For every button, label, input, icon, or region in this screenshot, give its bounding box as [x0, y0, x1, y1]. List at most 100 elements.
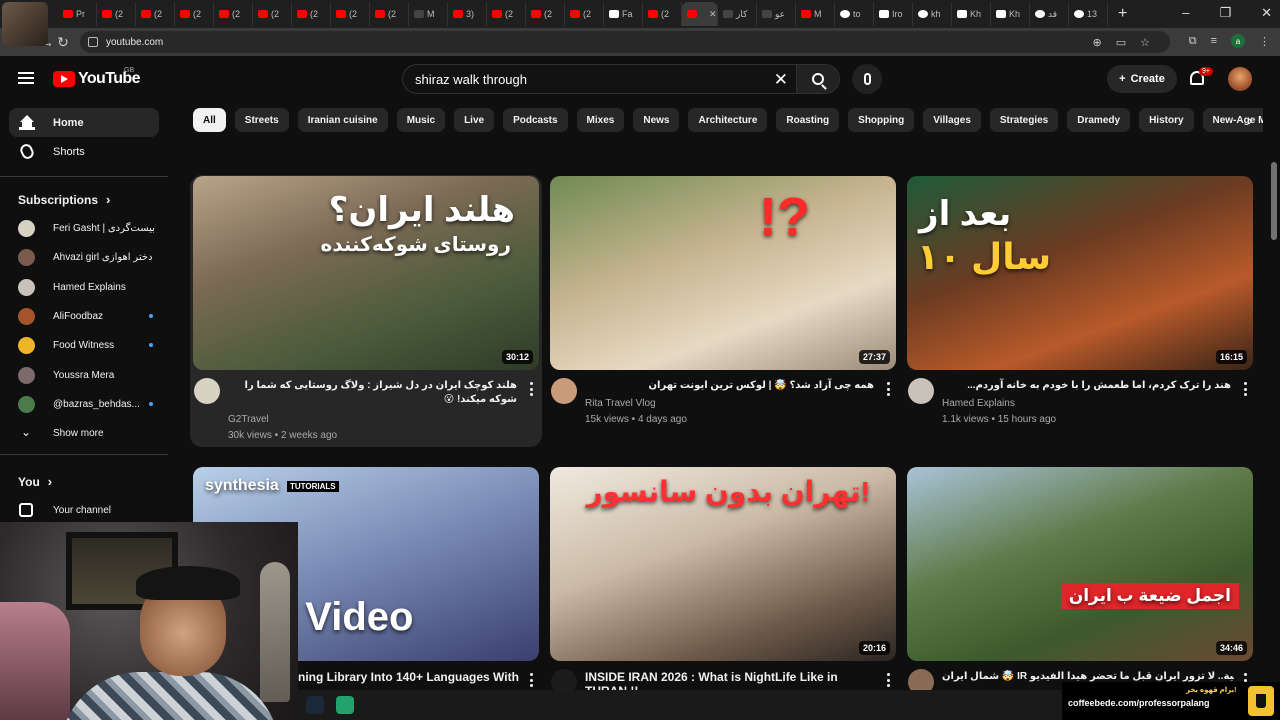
chip-mixes[interactable]: Mixes — [576, 108, 625, 132]
browser-tab[interactable]: ✕ — [682, 2, 718, 26]
browser-tab[interactable]: (2 — [526, 2, 565, 26]
chip-streets[interactable]: Streets — [234, 108, 289, 132]
channel-avatar[interactable] — [551, 378, 577, 404]
video-title[interactable]: هند را ترک کردم، اما طعمش را با خودم به … — [935, 379, 1231, 393]
chip-music[interactable]: Music — [396, 108, 446, 132]
chip-villages[interactable]: Villages — [923, 108, 981, 132]
browser-tab[interactable]: (2 — [253, 2, 292, 26]
browser-tab[interactable]: M — [796, 2, 835, 26]
video-title[interactable]: هلند کوچک ایران در دل شیراز : ولاگ روستا… — [221, 379, 517, 407]
sidebar-subscription[interactable]: @bazras_behdas... — [9, 390, 159, 419]
browser-tab[interactable]: (2 — [643, 2, 682, 26]
video-thumbnail[interactable]: اجمل ضيعة ب ايران 34:46 — [907, 467, 1253, 661]
show-more-button[interactable]: ⌄ Show more — [9, 419, 159, 448]
url-field[interactable]: youtube.com ⊕ ▭ ☆ — [80, 31, 1170, 53]
chip-live[interactable]: Live — [454, 108, 495, 132]
browser-tab[interactable]: (2 — [214, 2, 253, 26]
sidebar-item-home[interactable]: Home — [9, 108, 159, 137]
chip-dramedy[interactable]: Dramedy — [1067, 108, 1131, 132]
app-icon[interactable] — [336, 696, 354, 714]
hamburger-menu-icon[interactable] — [18, 72, 34, 84]
browser-tab[interactable]: 3) — [448, 2, 487, 26]
media-icon[interactable]: ≡ — [1211, 35, 1217, 47]
video-thumbnail[interactable]: بعد از ۱۰ سال 16:15 — [907, 176, 1253, 370]
browser-tab[interactable]: Fa — [604, 2, 643, 26]
bookmark-star-icon[interactable]: ☆ — [1140, 36, 1150, 49]
video-card[interactable]: هلند ایران؟ روستای شوکه‌کننده 30:12 هلند کو… — [190, 175, 542, 447]
zoom-icon[interactable]: ⊕ — [1093, 36, 1102, 49]
sidebar-item-your-channel[interactable]: Your channel — [9, 496, 159, 525]
new-tab-button[interactable]: + — [1108, 5, 1137, 23]
browser-tab[interactable]: (2 — [370, 2, 409, 26]
channel-avatar[interactable] — [908, 378, 934, 404]
steam-icon[interactable] — [306, 696, 324, 714]
clear-search-icon[interactable]: ✕ — [774, 70, 788, 90]
video-thumbnail[interactable]: !? 27:37 — [550, 176, 896, 370]
video-card[interactable]: تهران بدون سانسور! 20:16 INSIDE IRAN 2026 … — [550, 467, 896, 698]
chip-roasting[interactable]: Roasting — [776, 108, 840, 132]
chip-podcasts[interactable]: Podcasts — [503, 108, 568, 132]
reload-icon[interactable]: ↻ — [50, 34, 76, 51]
channel-name[interactable]: Hamed Explains — [942, 398, 1015, 409]
video-options-icon[interactable] — [886, 382, 890, 396]
browser-tab[interactable]: قد — [1030, 2, 1069, 26]
create-button[interactable]: + Create — [1107, 65, 1177, 93]
chip-iranian-cuisine[interactable]: Iranian cuisine — [297, 108, 388, 132]
channel-name[interactable]: Rita Travel Vlog — [585, 398, 656, 409]
chip-all[interactable]: All — [193, 108, 226, 132]
tab-close-icon[interactable]: ✕ — [709, 9, 717, 20]
close-icon[interactable]: ✕ — [1261, 5, 1272, 21]
channel-avatar[interactable] — [194, 378, 220, 404]
browser-tab[interactable]: کار — [718, 2, 757, 26]
extensions-icon[interactable]: ⧉ — [1189, 35, 1197, 48]
browser-tab[interactable]: (2 — [292, 2, 331, 26]
chip-architecture[interactable]: Architecture — [688, 108, 768, 132]
cast-icon[interactable]: ▭ — [1116, 36, 1126, 49]
sidebar-subscription[interactable]: Ahvazi girl دختر اهوازی — [9, 243, 159, 272]
browser-tab[interactable]: (2 — [175, 2, 214, 26]
chip-history[interactable]: History — [1139, 108, 1194, 132]
browser-tab[interactable]: (2 — [97, 2, 136, 26]
profile-button[interactable]: a — [1231, 34, 1245, 48]
voice-search-button[interactable] — [852, 64, 882, 94]
browser-tab[interactable]: Iro — [874, 2, 913, 26]
browser-tab[interactable]: (2 — [136, 2, 175, 26]
chip-strategies[interactable]: Strategies — [989, 108, 1059, 132]
browser-tab[interactable]: (2 — [331, 2, 370, 26]
video-title[interactable]: ning Library Into 140+ Languages With — [298, 670, 584, 684]
scrollbar[interactable] — [1271, 162, 1277, 240]
video-card[interactable]: اجمل ضيعة ب ايران34:46شمال ايران 🤯 IR حل… — [907, 467, 1253, 697]
video-card[interactable]: !? 27:37 همه چی آزاد شد؟ 🤯 | لوکس ترین ایو… — [550, 176, 896, 425]
video-options-icon[interactable] — [886, 673, 890, 687]
sidebar-subscription[interactable]: Hamed Explains — [9, 273, 159, 302]
sidebar-subscription[interactable]: Youssra Mera — [9, 361, 159, 390]
minimize-icon[interactable]: – — [1182, 5, 1189, 21]
channel-name[interactable]: G2Travel — [228, 414, 269, 425]
sidebar-subscription[interactable]: Feri Gasht | بیست‌گردی — [9, 214, 159, 243]
video-card[interactable]: بعد از ۱۰ سال 16:15 هند را ترک کردم، اما طع… — [907, 176, 1253, 425]
browser-tab[interactable]: 13 — [1069, 2, 1108, 26]
chip-news[interactable]: News — [633, 108, 680, 132]
video-thumbnail[interactable]: تهران بدون سانسور! 20:16 — [550, 467, 896, 661]
you-heading[interactable]: You › — [18, 474, 52, 489]
sidebar-item-shorts[interactable]: Shorts — [9, 137, 159, 166]
browser-tab[interactable]: (2 — [565, 2, 604, 26]
browser-tab[interactable]: (2 — [487, 2, 526, 26]
subscriptions-heading[interactable]: Subscriptions › — [18, 192, 110, 207]
browser-tab[interactable]: Kh — [991, 2, 1030, 26]
browser-tab[interactable]: عو — [757, 2, 796, 26]
site-info-icon[interactable] — [88, 37, 98, 47]
browser-tab[interactable]: kh — [913, 2, 952, 26]
video-title[interactable]: همه چی آزاد شد؟ 🤯 | لوکس ترین ایونت تهرا… — [578, 379, 874, 393]
maximize-icon[interactable]: ❐ — [1219, 5, 1231, 21]
video-options-icon[interactable] — [1243, 382, 1247, 396]
video-options-icon[interactable] — [529, 673, 533, 687]
search-input[interactable]: shiraz walk through ✕ — [402, 64, 796, 94]
browser-tab[interactable]: to — [835, 2, 874, 26]
chip-shopping[interactable]: Shopping — [848, 108, 915, 132]
chips-next-icon[interactable]: › — [1240, 108, 1260, 132]
video-thumbnail[interactable]: هلند ایران؟ روستای شوکه‌کننده 30:12 — [193, 176, 539, 370]
sidebar-subscription[interactable]: AliFoodbaz — [9, 302, 159, 331]
browser-tab[interactable]: M — [409, 2, 448, 26]
search-button[interactable] — [796, 64, 840, 94]
